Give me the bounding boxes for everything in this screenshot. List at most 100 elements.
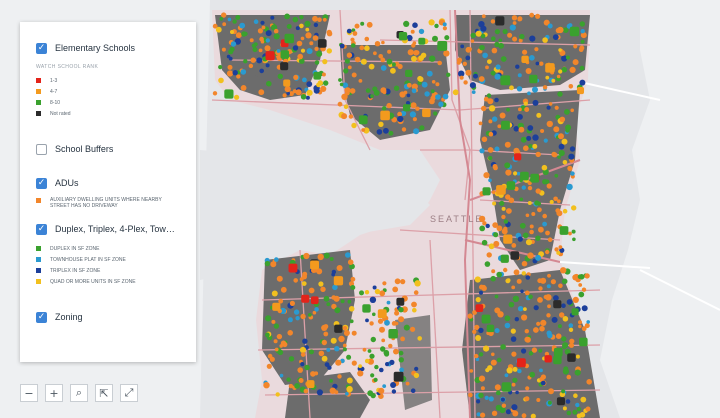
school-marker[interactable] [224,89,234,99]
school-marker[interactable] [579,337,588,347]
school-marker[interactable] [503,234,513,244]
school-marker[interactable] [301,294,310,303]
school-marker[interactable] [333,276,344,286]
school-marker[interactable] [334,324,343,333]
school-marker[interactable] [310,296,319,305]
map-point [561,66,568,73]
map-point [525,386,530,391]
school-marker[interactable] [514,153,522,161]
school-marker[interactable] [500,254,509,263]
map-point [263,382,270,389]
school-marker[interactable] [388,329,398,339]
school-marker[interactable] [403,104,411,112]
school-marker[interactable] [310,260,319,270]
school-marker[interactable] [510,251,520,260]
school-marker[interactable] [265,51,275,61]
map-point [252,47,258,53]
map-point [516,86,523,92]
school-marker[interactable] [313,71,322,80]
map-point [483,96,489,102]
checkbox-checked-icon[interactable]: ✓ [36,42,47,54]
school-marker[interactable] [288,263,298,273]
school-marker[interactable] [393,371,404,382]
fullscreen-button[interactable]: ⤢ [120,384,138,402]
school-marker[interactable] [569,26,580,37]
school-marker[interactable] [283,79,291,87]
zoom-out-button[interactable]: − [20,384,38,402]
school-marker[interactable] [521,55,529,63]
school-marker[interactable] [529,74,538,84]
checkbox-checked-icon[interactable]: ✓ [36,311,47,323]
school-marker[interactable] [553,355,562,365]
map-point [323,80,329,86]
school-marker[interactable] [553,347,563,357]
share-button[interactable]: ⇱ [95,384,113,402]
school-marker[interactable] [475,304,484,312]
map-point [570,171,575,176]
school-marker[interactable] [481,314,491,324]
layer-duplex-triplex[interactable]: ✓ Duplex, Triplex, 4-Plex, Tow… [36,219,186,239]
school-marker[interactable] [544,355,552,363]
school-marker[interactable] [318,39,327,48]
school-marker[interactable] [380,110,390,121]
map-point [460,44,465,49]
checkbox-checked-icon[interactable]: ✓ [36,223,47,235]
zoom-in-button[interactable]: + [45,384,63,402]
school-marker[interactable] [553,300,562,309]
checkbox-unchecked-icon[interactable] [36,143,47,155]
school-marker[interactable] [500,75,511,86]
school-marker[interactable] [545,63,555,73]
school-marker[interactable] [506,181,516,190]
search-button[interactable]: ⌕ [70,384,88,402]
map-point [463,80,468,85]
school-marker[interactable] [306,380,315,388]
school-marker[interactable] [559,226,569,235]
school-marker[interactable] [486,324,495,333]
school-marker[interactable] [520,171,529,181]
map-point [326,29,332,36]
swatch-black [36,111,41,116]
map-point [490,275,497,282]
layer-school-buffers[interactable]: School Buffers [36,139,186,159]
school-marker[interactable] [567,353,576,362]
school-marker[interactable] [501,382,512,392]
checkbox-checked-icon[interactable]: ✓ [36,177,47,189]
school-marker[interactable] [495,16,505,26]
school-marker[interactable] [396,297,405,306]
school-marker[interactable] [398,32,408,41]
school-marker[interactable] [422,108,431,118]
map-point [271,319,276,324]
map-point [299,346,307,354]
map-point [370,94,374,98]
school-marker[interactable] [405,69,413,77]
school-marker[interactable] [576,87,584,95]
school-marker[interactable] [482,187,491,196]
school-marker[interactable] [437,41,448,51]
map-point [558,283,563,289]
minus-icon: − [24,386,34,400]
map-point [232,70,238,76]
school-marker[interactable] [516,358,526,368]
layer-elementary-schools[interactable]: ✓ Elementary Schools [36,38,186,58]
school-marker[interactable] [280,50,290,59]
map-point [307,313,312,317]
map-point [564,109,570,115]
school-marker[interactable] [272,302,281,311]
layer-zoning[interactable]: ✓ Zoning [36,307,186,327]
layer-adus[interactable]: ✓ ADUs [36,173,186,193]
school-marker[interactable] [358,115,368,125]
school-marker[interactable] [496,185,506,195]
school-marker[interactable] [280,62,289,71]
map-point [302,271,308,277]
map-point [330,337,337,344]
school-marker[interactable] [284,33,295,44]
school-marker[interactable] [377,309,387,319]
school-marker[interactable] [530,173,540,183]
map-point [517,114,523,120]
school-marker[interactable] [571,308,579,316]
school-marker[interactable] [501,120,510,130]
school-marker[interactable] [418,37,426,45]
school-marker[interactable] [556,397,565,406]
map-point [566,374,572,380]
school-marker[interactable] [362,304,371,313]
